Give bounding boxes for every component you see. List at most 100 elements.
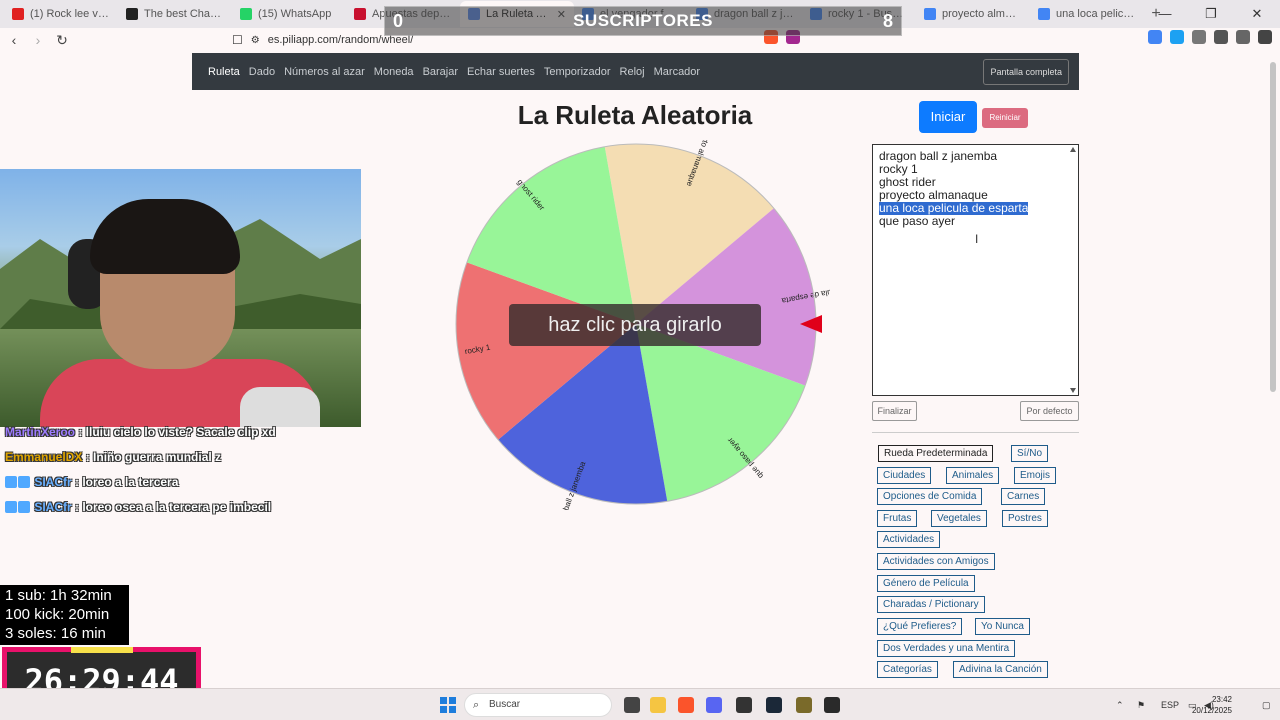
task-view-icon[interactable] bbox=[624, 697, 640, 713]
page-scrollbar[interactable] bbox=[1270, 62, 1276, 392]
entry-line: ghost rider bbox=[879, 175, 936, 189]
entry-row: que paso ayer bbox=[879, 215, 1072, 228]
tab-label: The best ChatBot and bbox=[144, 8, 224, 20]
default-button[interactable]: Por defecto bbox=[1020, 401, 1079, 421]
goal-line: 100 kick: 20min bbox=[5, 606, 110, 623]
nav-link[interactable]: Moneda bbox=[374, 66, 414, 78]
favicon-icon bbox=[354, 8, 366, 20]
text-cursor-icon: I bbox=[975, 232, 979, 246]
close-icon[interactable]: ✕ bbox=[1234, 0, 1280, 28]
chat-text: : lluiu cielo lo viste? Sacale clip xd bbox=[75, 425, 276, 439]
finalize-button[interactable]: Finalizar bbox=[872, 401, 917, 421]
sidebar-icon[interactable] bbox=[1214, 30, 1228, 44]
entry-line: dragon ball z janemba bbox=[879, 149, 998, 163]
preset-chip[interactable]: Yo Nunca bbox=[975, 618, 1030, 635]
preset-chip[interactable]: Carnes bbox=[1001, 488, 1046, 505]
microphone bbox=[240, 387, 320, 427]
divider bbox=[872, 432, 1079, 433]
back-icon[interactable]: ‹ bbox=[4, 32, 24, 48]
nav-link[interactable]: Ruleta bbox=[208, 66, 240, 78]
tab-label: (1) Rock lee vs Gaa bbox=[30, 8, 110, 20]
nav-link[interactable]: Temporizador bbox=[544, 66, 611, 78]
preset-chip[interactable]: Adivina la Canción bbox=[953, 661, 1048, 678]
entries-textarea[interactable]: dragon ball z janemba rocky 1 ghost rider p… bbox=[872, 144, 1079, 396]
start-button[interactable]: Iniciar bbox=[919, 101, 977, 133]
entry-line: proyecto almanaque bbox=[879, 188, 988, 202]
wallet-icon[interactable] bbox=[1236, 30, 1250, 44]
network-icon[interactable]: ⚑ bbox=[1137, 689, 1145, 720]
favicon-icon bbox=[12, 8, 24, 20]
browser-tab[interactable]: proyecto almanaque - bbox=[916, 1, 1030, 27]
browser-tab[interactable]: una loca pelicula de es bbox=[1030, 1, 1144, 27]
extension-icon[interactable] bbox=[1148, 30, 1162, 44]
chat-message: SIACfr : loreo osea a la tercera pe imbe… bbox=[5, 500, 271, 514]
preset-chip[interactable]: Categorías bbox=[877, 661, 938, 678]
system-clock[interactable]: 23:42 20/12/2025 bbox=[1192, 694, 1232, 716]
preset-chip[interactable]: Frutas bbox=[877, 510, 918, 527]
file-explorer-icon[interactable] bbox=[650, 697, 666, 713]
nav-link[interactable]: Dado bbox=[249, 66, 275, 78]
favicon-icon bbox=[1038, 8, 1050, 20]
reload-icon[interactable]: ↻ bbox=[52, 32, 72, 49]
taskbar-search[interactable]: ⌕ Buscar bbox=[464, 693, 612, 717]
spin-hint[interactable]: haz clic para girarlo bbox=[509, 304, 761, 346]
webcam-feed bbox=[0, 169, 361, 427]
search-icon: ⌕ bbox=[473, 699, 480, 711]
maximize-icon[interactable]: ❐ bbox=[1188, 0, 1234, 28]
chat-text: : Iniño guerra mundial z bbox=[82, 450, 222, 464]
reset-button[interactable]: Reiniciar bbox=[982, 108, 1028, 128]
discord-icon[interactable] bbox=[706, 697, 722, 713]
browser-tab[interactable]: (1) Rock lee vs Gaa bbox=[4, 1, 118, 27]
nav-link[interactable]: Reloj bbox=[620, 66, 645, 78]
taskbar-search-label: Buscar bbox=[489, 699, 521, 710]
bookmark-icon[interactable]: ☐ bbox=[232, 33, 243, 47]
nav-link[interactable]: Echar suertes bbox=[467, 66, 535, 78]
browser-tab[interactable]: The best ChatBot and bbox=[118, 1, 232, 27]
preset-chip[interactable]: Ciudades bbox=[877, 467, 932, 484]
preset-chip[interactable]: Actividades bbox=[877, 531, 941, 548]
extensions-bar bbox=[764, 30, 1272, 44]
site-info-icon[interactable]: ⚙ bbox=[251, 35, 260, 46]
preset-chip[interactable]: Sí/No bbox=[1011, 445, 1049, 462]
extension-icon[interactable] bbox=[1170, 30, 1184, 44]
chat-username: EmmanuelDX bbox=[5, 450, 83, 464]
windows-start-icon[interactable] bbox=[440, 697, 456, 713]
app-icon[interactable] bbox=[824, 697, 840, 713]
entry-line: rocky 1 bbox=[879, 162, 918, 176]
chat-badge-icon bbox=[5, 476, 17, 488]
minimize-icon[interactable]: — bbox=[1142, 0, 1188, 28]
textarea-scrollbar[interactable] bbox=[1069, 146, 1077, 394]
subs-title: SUSCRIPTORES bbox=[573, 11, 713, 30]
tab-label: proyecto almanaque - bbox=[942, 8, 1022, 20]
nav-link[interactable]: Números al azar bbox=[284, 66, 365, 78]
preset-chip[interactable]: Opciones de Comida bbox=[877, 488, 983, 505]
subscriber-counter-overlay: 0 SUSCRIPTORES 8 bbox=[384, 6, 902, 36]
preset-chip[interactable]: Actividades con Amigos bbox=[877, 553, 995, 570]
nav-link[interactable]: Marcador bbox=[654, 66, 700, 78]
preset-chip[interactable]: Animales bbox=[946, 467, 1000, 484]
tab-label: una loca pelicula de es bbox=[1056, 8, 1136, 20]
chevron-up-icon[interactable]: ⌃ bbox=[1116, 689, 1124, 720]
brave-icon[interactable] bbox=[678, 697, 694, 713]
puzzle-icon[interactable] bbox=[1192, 30, 1206, 44]
preset-chip[interactable]: Rueda Predeterminada bbox=[878, 445, 994, 462]
browser-tab[interactable]: (15) WhatsApp bbox=[232, 1, 346, 27]
preset-chip[interactable]: Género de Película bbox=[877, 575, 975, 592]
steam-icon[interactable] bbox=[766, 697, 782, 713]
fullscreen-button[interactable]: Pantalla completa bbox=[983, 59, 1069, 85]
menu-icon[interactable] bbox=[1258, 30, 1272, 44]
obs-icon[interactable] bbox=[736, 697, 752, 713]
notifications-icon[interactable]: ▢ bbox=[1262, 689, 1271, 720]
preset-chip[interactable]: Charadas / Pictionary bbox=[877, 596, 985, 613]
entry-line: que paso ayer bbox=[879, 214, 956, 228]
preset-chip[interactable]: Postres bbox=[1002, 510, 1048, 527]
preset-chip[interactable]: ¿Qué Prefieres? bbox=[877, 618, 963, 635]
nav-link[interactable]: Barajar bbox=[423, 66, 458, 78]
preset-chip[interactable]: Dos Verdades y una Mentira bbox=[877, 640, 1016, 657]
site-navbar: Ruleta Dado Números al azar Moneda Barajar Ec… bbox=[192, 53, 1079, 90]
preset-chip[interactable]: Vegetales bbox=[931, 510, 987, 527]
language-indicator[interactable]: ESP bbox=[1161, 689, 1179, 720]
app-icon[interactable] bbox=[796, 697, 812, 713]
forward-icon[interactable]: › bbox=[28, 32, 48, 48]
preset-chip[interactable]: Emojis bbox=[1014, 467, 1057, 484]
